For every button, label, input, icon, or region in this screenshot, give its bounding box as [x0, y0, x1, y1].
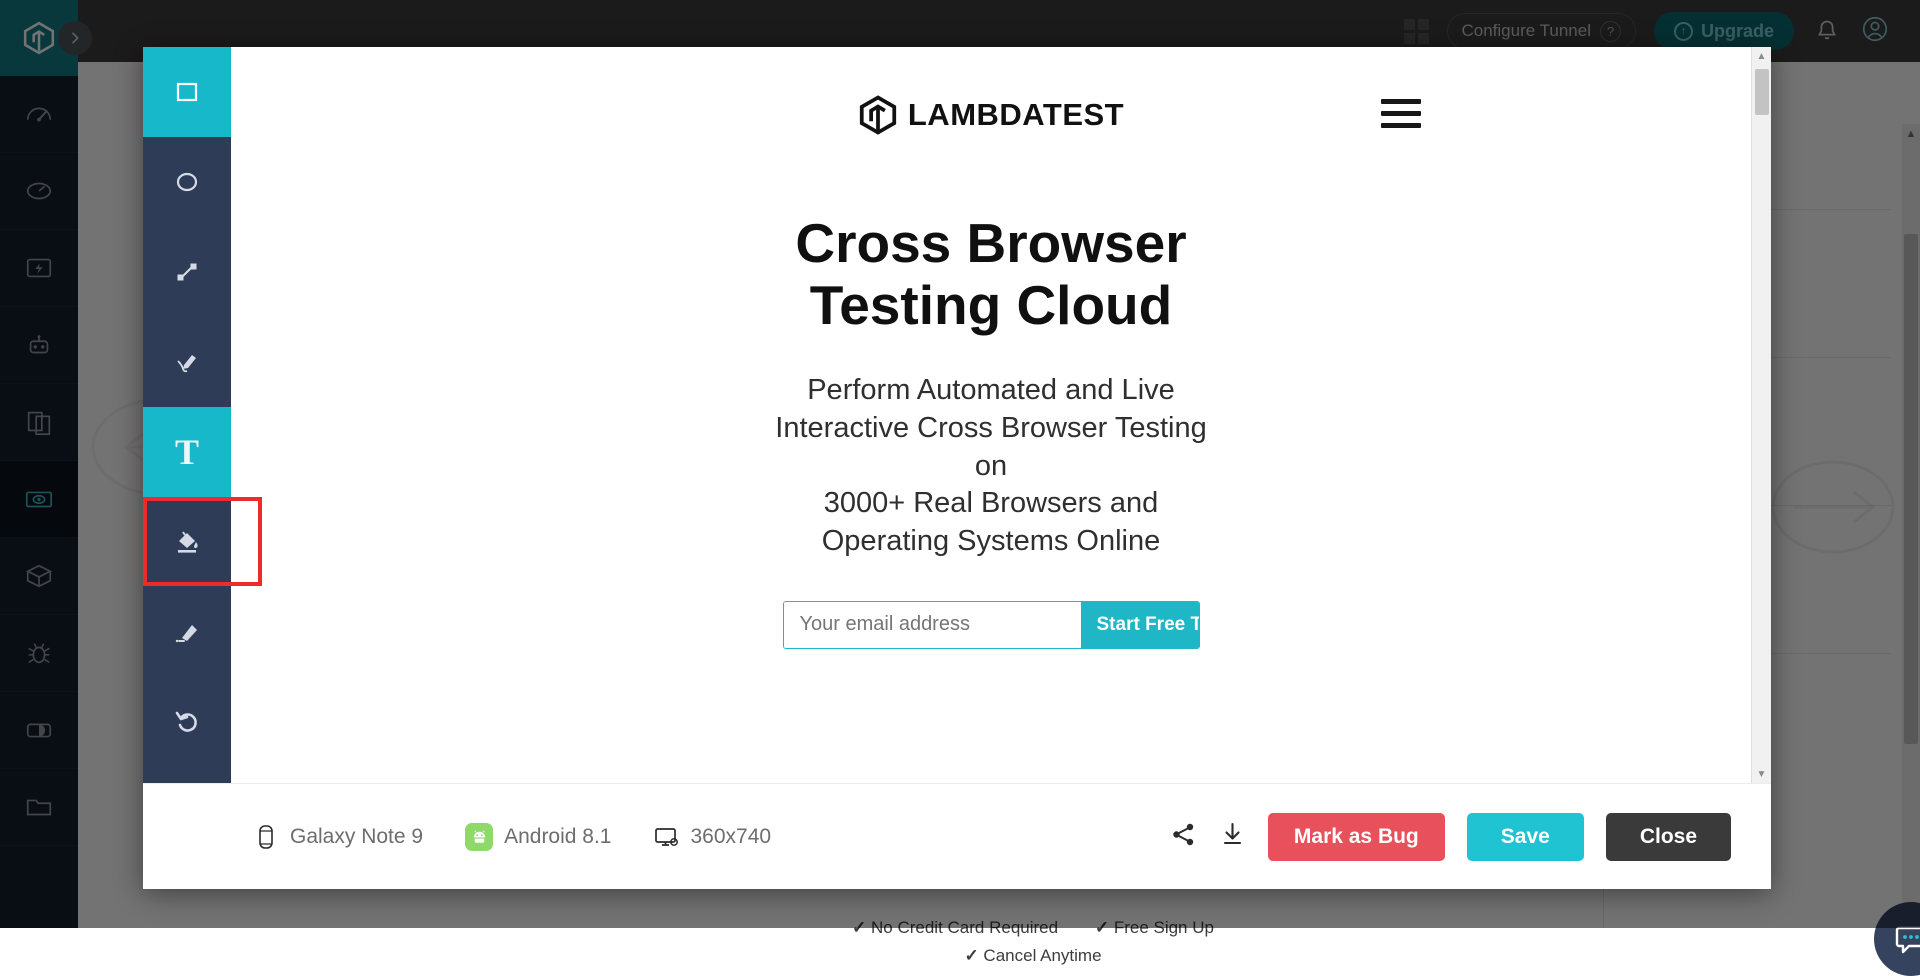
tool-undo[interactable] [143, 677, 231, 767]
device-name-item: Galaxy Note 9 [253, 824, 423, 850]
captured-webpage: LAMBDATEST Cross Browser Testing Cloud P… [231, 47, 1751, 783]
annotation-toolbar: T [143, 47, 231, 783]
scroll-down-arrow[interactable]: ▼ [1752, 765, 1771, 783]
modal-footer: Galaxy Note 9 Android 8.1 [143, 783, 1771, 889]
subhead-line-3: on [975, 450, 1007, 482]
preview-header: LAMBDATEST [231, 95, 1751, 135]
start-free-testing-button[interactable]: Start Free Testing [1081, 602, 1200, 648]
save-button[interactable]: Save [1467, 813, 1584, 861]
resolution-label: 360x740 [691, 825, 772, 849]
page-title: Cross Browser Testing Cloud [795, 213, 1186, 336]
os-item: Android 8.1 [465, 823, 611, 851]
preview-scrollbar[interactable]: ▲ ▼ [1751, 47, 1771, 783]
share-icon [1170, 821, 1197, 848]
mobile-phone-icon [253, 824, 279, 850]
tool-rectangle[interactable] [143, 47, 231, 137]
undo-icon [170, 705, 204, 739]
headline-line-1: Cross Browser [795, 212, 1186, 274]
tool-line[interactable] [143, 227, 231, 317]
subhead-line-1: Perform Automated and Live [807, 374, 1175, 406]
modal-body: T [143, 47, 1771, 783]
tool-fill[interactable] [143, 497, 231, 587]
download-icon [1219, 821, 1246, 848]
eraser-icon [170, 615, 204, 649]
os-label: Android 8.1 [504, 825, 611, 849]
resolution-item: 360x740 [654, 824, 772, 850]
subhead-line-4: 3000+ Real Browsers and [824, 487, 1159, 519]
mark-as-bug-button[interactable]: Mark as Bug [1268, 813, 1445, 861]
pencil-icon [170, 345, 204, 379]
subhead-line-5: Operating Systems Online [822, 525, 1160, 557]
text-icon: T [175, 431, 199, 473]
device-metadata: Galaxy Note 9 Android 8.1 [253, 823, 771, 851]
close-button[interactable]: Close [1606, 813, 1731, 861]
screenshot-annotation-modal: T [143, 47, 1771, 889]
circle-icon [170, 165, 204, 199]
tool-ellipse[interactable] [143, 137, 231, 227]
rectangle-icon [170, 75, 204, 109]
email-input[interactable] [784, 602, 1081, 648]
screenshot-preview[interactable]: LAMBDATEST Cross Browser Testing Cloud P… [231, 47, 1751, 783]
benefit-cancel-anytime: ✓ Cancel Anytime [668, 946, 1398, 966]
share-button[interactable] [1170, 821, 1197, 853]
check-icon: ✓ [964, 946, 978, 965]
monitor-icon [654, 824, 680, 850]
hamburger-menu-icon[interactable] [1381, 99, 1421, 128]
lambdatest-logo-icon [858, 95, 898, 135]
line-icon [170, 255, 204, 289]
scroll-up-arrow[interactable]: ▲ [1752, 47, 1771, 65]
download-button[interactable] [1219, 821, 1246, 853]
tool-eraser[interactable] [143, 587, 231, 677]
android-icon [465, 823, 493, 851]
device-name-label: Galaxy Note 9 [290, 825, 423, 849]
paint-bucket-icon [170, 525, 204, 559]
android-glyph-icon [470, 827, 489, 846]
subhead-line-2: Interactive Cross Browser Testing [775, 412, 1206, 444]
scrollbar-thumb[interactable] [1755, 69, 1769, 115]
headline-line-2: Testing Cloud [810, 274, 1173, 336]
preview-brand-label: LAMBDATEST [908, 97, 1124, 133]
preview-brand[interactable]: LAMBDATEST [858, 95, 1124, 135]
tool-text[interactable]: T [143, 407, 231, 497]
tool-pencil[interactable] [143, 317, 231, 407]
page-subtitle: Perform Automated and Live Interactive C… [775, 372, 1206, 560]
footer-actions: Mark as Bug Save Close [1170, 813, 1731, 861]
signup-form: Start Free Testing [783, 601, 1200, 649]
